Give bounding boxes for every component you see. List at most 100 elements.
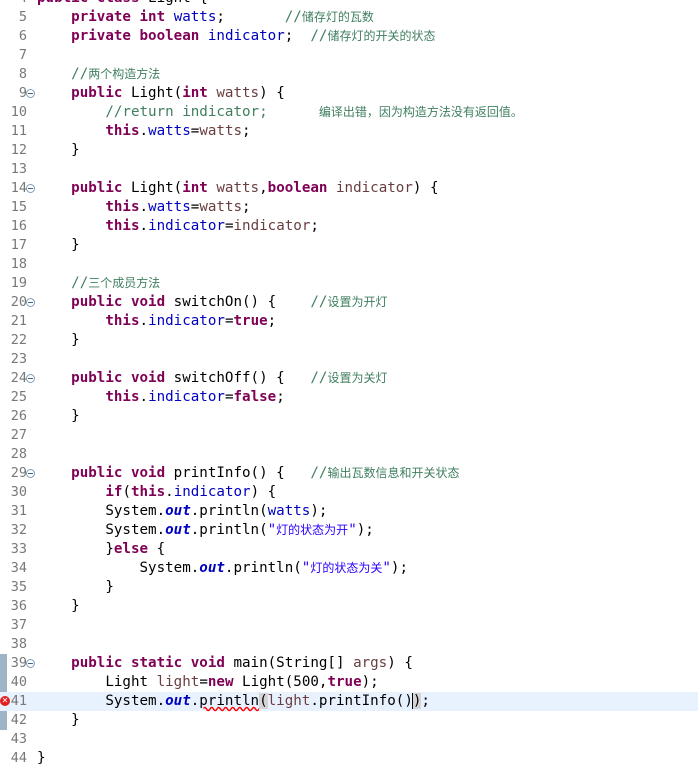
code-text[interactable]: }: [37, 141, 80, 160]
code-line[interactable]: 26 }: [0, 407, 698, 426]
fold-toggle-icon[interactable]: [26, 298, 35, 307]
code-token: 设置为开灯: [327, 295, 388, 309]
code-text[interactable]: System.out.println("灯的状态为关");: [37, 559, 408, 578]
code-line[interactable]: 28: [0, 445, 698, 464]
code-line[interactable]: 16 this.indicator=indicator;: [0, 217, 698, 236]
code-text[interactable]: }: [37, 578, 114, 597]
code-line[interactable]: 23: [0, 350, 698, 369]
code-token: ) {: [259, 85, 285, 101]
code-token: watts: [267, 503, 311, 519]
code-line[interactable]: 33 }else {: [0, 540, 698, 559]
code-line[interactable]: 5 private int watts; //储存灯的瓦数: [0, 8, 698, 27]
code-line[interactable]: 7: [0, 46, 698, 65]
code-text[interactable]: public Light(int watts) {: [37, 84, 285, 103]
code-token: indicator: [148, 313, 225, 329]
code-text[interactable]: public void printInfo() { //输出瓦数信息和开关状态: [37, 464, 459, 483]
code-text[interactable]: public static void main(String[] args) {: [37, 654, 413, 673]
code-line[interactable]: 34 System.out.println("灯的状态为关");: [0, 559, 698, 578]
code-line[interactable]: 38: [0, 635, 698, 654]
code-line[interactable]: 37: [0, 616, 698, 635]
code-line[interactable]: 27: [0, 426, 698, 445]
code-text[interactable]: public void switchOn() { //设置为开灯: [37, 293, 387, 312]
fold-toggle-icon[interactable]: [26, 374, 35, 383]
code-text[interactable]: System.out.println(light.printInfo());: [37, 692, 430, 711]
code-text[interactable]: this.indicator=true;: [37, 312, 276, 331]
code-text[interactable]: if(this.indicator) {: [37, 483, 276, 502]
code-line[interactable]: 8 //两个构造方法: [0, 65, 698, 84]
code-line[interactable]: 10 //return indicator; 编译出错，因为构造方法没有返回值。: [0, 103, 698, 122]
code-line[interactable]: 30 if(this.indicator) {: [0, 483, 698, 502]
code-text[interactable]: }: [37, 236, 80, 255]
code-line[interactable]: 36 }: [0, 597, 698, 616]
code-line[interactable]: 32 System.out.println("灯的状态为开");: [0, 521, 698, 540]
code-text[interactable]: //两个构造方法: [37, 65, 160, 84]
code-line[interactable]: 21 this.indicator=true;: [0, 312, 698, 331]
code-text[interactable]: this.indicator=indicator;: [37, 217, 319, 236]
fold-toggle-icon[interactable]: [26, 184, 35, 193]
code-token: this: [105, 199, 140, 215]
code-text[interactable]: }: [37, 711, 80, 730]
code-line[interactable]: 25 this.indicator=false;: [0, 388, 698, 407]
code-text[interactable]: this.watts=watts;: [37, 122, 250, 141]
code-line[interactable]: 4 public class Light {: [0, 0, 698, 8]
code-text[interactable]: }: [37, 331, 80, 350]
fold-toggle-icon[interactable]: [26, 659, 35, 668]
code-line[interactable]: 22 }: [0, 331, 698, 350]
code-line[interactable]: 17 }: [0, 236, 698, 255]
code-text[interactable]: }else {: [37, 540, 165, 559]
code-line[interactable]: 12 }: [0, 141, 698, 160]
fold-toggle-icon[interactable]: [26, 89, 35, 98]
code-text[interactable]: //return indicator; 编译出错，因为构造方法没有返回值。: [37, 103, 523, 122]
code-text[interactable]: System.out.println("灯的状态为开");: [37, 521, 374, 540]
code-text[interactable]: public class Light {: [37, 0, 208, 8]
code-line[interactable]: 44}: [0, 749, 698, 768]
code-line[interactable]: ✕ 41 System.out.println(light.printInfo()…: [0, 692, 698, 711]
code-line[interactable]: 13: [0, 160, 698, 179]
code-token: private: [71, 28, 131, 44]
code-text[interactable]: }: [37, 597, 80, 616]
code-token: ;: [276, 389, 285, 405]
editor-lines: 4public class Light {5 private int watts…: [0, 0, 698, 768]
code-token: //: [71, 275, 89, 291]
code-line[interactable]: 9 public Light(int watts) {: [0, 84, 698, 103]
code-line[interactable]: 40 Light light=new Light(500,true);: [0, 673, 698, 692]
code-text[interactable]: Light light=new Light(500,true);: [37, 673, 378, 692]
code-line[interactable]: 14 public Light(int watts,boolean indica…: [0, 179, 698, 198]
code-line[interactable]: 42 }: [0, 711, 698, 730]
code-token: static: [130, 655, 183, 671]
code-line[interactable]: 24 public void switchOff() { //设置为关灯: [0, 369, 698, 388]
fold-toggle-icon[interactable]: [26, 469, 35, 478]
code-text[interactable]: this.watts=watts;: [37, 198, 250, 217]
line-number: 11: [10, 123, 27, 139]
code-line[interactable]: 6 private boolean indicator; //储存灯的开关的状态: [0, 27, 698, 46]
code-token: ;: [267, 313, 277, 329]
code-text[interactable]: }: [37, 407, 80, 426]
code-line[interactable]: 11 this.watts=watts;: [0, 122, 698, 141]
code-token: switchOff() {: [165, 370, 311, 386]
code-line[interactable]: 39 public static void main(String[] args…: [0, 654, 698, 673]
code-text[interactable]: public Light(int watts,boolean indicator…: [37, 179, 438, 198]
code-text[interactable]: //三个成员方法: [37, 274, 160, 293]
code-line[interactable]: 19 //三个成员方法: [0, 274, 698, 293]
code-line[interactable]: 43: [0, 730, 698, 749]
code-line[interactable]: 29 public void printInfo() { //输出瓦数信息和开关…: [0, 464, 698, 483]
line-number: 27: [10, 427, 27, 443]
code-token: this: [105, 123, 140, 139]
code-text[interactable]: private boolean indicator; //储存灯的开关的状态: [37, 27, 435, 46]
code-line[interactable]: 35 }: [0, 578, 698, 597]
code-token: indicator: [173, 484, 251, 500]
code-token: boolean: [139, 28, 200, 44]
code-line[interactable]: 31 System.out.println(watts);: [0, 502, 698, 521]
code-token: System.: [37, 560, 200, 576]
code-text[interactable]: this.indicator=false;: [37, 388, 285, 407]
code-line[interactable]: 15 this.watts=watts;: [0, 198, 698, 217]
code-text[interactable]: }: [37, 749, 46, 768]
code-text[interactable]: public void switchOff() { //设置为关灯: [37, 369, 387, 388]
code-editor[interactable]: 4public class Light {5 private int watts…: [0, 0, 698, 770]
code-text[interactable]: System.out.println(watts);: [37, 502, 327, 521]
code-token: public: [71, 85, 123, 101]
code-line[interactable]: 18: [0, 255, 698, 274]
code-line[interactable]: 20 public void switchOn() { //设置为开灯: [0, 293, 698, 312]
code-text[interactable]: private int watts; //储存灯的瓦数: [37, 8, 374, 27]
